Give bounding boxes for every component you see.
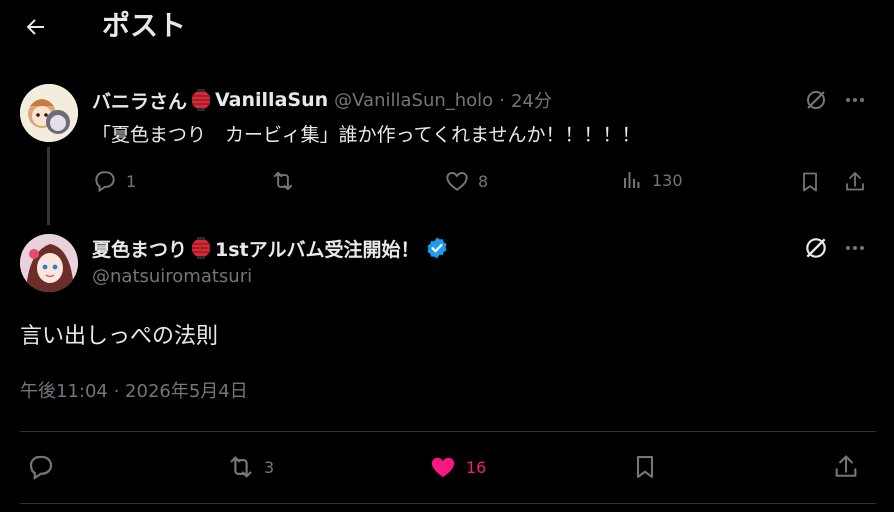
share-icon: [835, 455, 857, 477]
reply-to-text: 「夏色まつり カービィ集」誰か作ってくれませんか！！！！！: [92, 124, 641, 146]
view-count: 130: [652, 170, 683, 190]
more-icon: [846, 246, 864, 250]
reply-icon: [29, 455, 53, 480]
avatar[interactable]: [20, 234, 78, 292]
like-count: 8: [478, 171, 489, 191]
retweet-icon: [230, 456, 252, 478]
retweet-button[interactable]: 3: [226, 452, 274, 482]
reply-to-author-row: バニラさん VanillaSun @VanillaSun_holo · 24分: [92, 86, 552, 114]
avatar[interactable]: [20, 84, 78, 142]
more-options-button[interactable]: [841, 234, 869, 262]
retweet-icon: [273, 171, 293, 191]
thread-connector-line: [47, 147, 50, 225]
bookmark-icon: [803, 172, 817, 192]
share-button[interactable]: [841, 168, 869, 196]
like-button[interactable]: 16: [428, 452, 486, 482]
page-title: ポスト: [102, 9, 187, 42]
back-button[interactable]: [18, 10, 52, 44]
red-lantern-icon: [192, 89, 211, 111]
post-display-name[interactable]: 夏色まつり: [92, 235, 187, 262]
post-timestamp[interactable]: 午後11:04 · 2026年5月4日: [20, 377, 248, 403]
like-count: 16: [466, 457, 487, 477]
more-icon: [846, 98, 864, 102]
analytics-icon: [624, 172, 640, 188]
post-display-name-suffix[interactable]: 1stアルバム受注開始！: [215, 235, 419, 262]
views-button[interactable]: 130: [620, 168, 683, 192]
divider: [20, 431, 876, 432]
grok-button[interactable]: [802, 234, 830, 262]
more-options-button[interactable]: [841, 86, 869, 114]
share-icon: [846, 172, 864, 191]
reply-to-time[interactable]: 24分: [511, 87, 552, 113]
reply-icon: [95, 171, 115, 193]
reply-button[interactable]: 1: [92, 168, 136, 194]
heart-filled-icon: [431, 457, 455, 477]
reply-count: 1: [126, 171, 137, 191]
grok-button[interactable]: [802, 86, 830, 114]
heart-icon: [446, 171, 468, 191]
bookmark-icon: [636, 456, 654, 478]
grok-icon: [807, 91, 825, 109]
reply-to-display-name-suffix[interactable]: VanillaSun: [215, 89, 328, 111]
retweet-button[interactable]: [270, 168, 304, 194]
bookmark-button[interactable]: [796, 168, 824, 196]
reply-to-handle[interactable]: @VanillaSun_holo: [334, 90, 493, 111]
like-button[interactable]: 8: [444, 168, 488, 194]
reply-to-display-name[interactable]: バニラさん: [92, 87, 187, 114]
post-handle[interactable]: @natsuiromatsuri: [92, 266, 252, 287]
share-button[interactable]: [831, 452, 861, 482]
separator-dot: ·: [499, 89, 505, 111]
divider: [20, 503, 876, 504]
verified-badge-icon[interactable]: [425, 236, 449, 260]
post-text: 言い出しっぺの法則: [20, 324, 219, 349]
arrow-left-icon: [26, 19, 44, 35]
grok-icon: [806, 238, 826, 258]
post-author-row: 夏色まつり 1stアルバム受注開始！: [92, 234, 449, 262]
reply-button[interactable]: [26, 452, 64, 482]
red-lantern-icon: [192, 237, 211, 259]
bookmark-button[interactable]: [630, 452, 660, 482]
retweet-count: 3: [264, 457, 275, 477]
